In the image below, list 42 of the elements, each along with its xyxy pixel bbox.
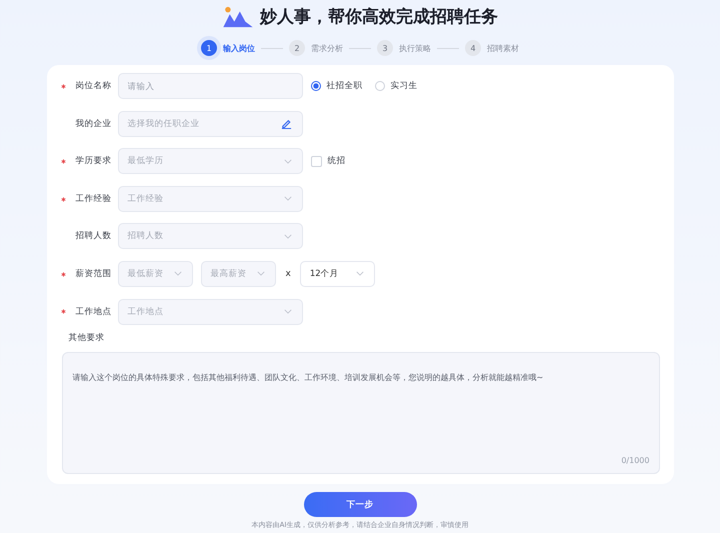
select-field[interactable]: 最高薪资 <box>200 260 276 287</box>
textarea-field[interactable]: 请输入这个岗位的具体特殊要求，包括其他福利待遇、团队文化、工作环境、培训发展机会等，您说明的越具体，分析就能越精准哦~ 0/1000 <box>62 352 660 474</box>
radio-option[interactable]: 实习生 <box>374 80 418 92</box>
chevron-down-icon <box>284 234 292 239</box>
select-field[interactable]: 工作经验 <box>118 186 302 212</box>
chevron-down-icon <box>284 158 292 164</box>
field-label: 招聘人数 <box>74 230 112 242</box>
step-label[interactable]: 执行策略 <box>399 42 431 54</box>
select-field[interactable]: 最低学历 <box>118 148 302 174</box>
field-label: 薪资范围 <box>60 268 112 280</box>
step-number: 2 <box>289 40 305 56</box>
logo-icon <box>222 6 254 28</box>
step-label[interactable]: 输入岗位 <box>223 42 255 54</box>
radio-option[interactable]: 社招全职 <box>310 80 362 92</box>
step-number: 3 <box>377 40 393 56</box>
field-label: 学历要求 <box>60 155 112 168</box>
checkbox-option[interactable]: 统招 <box>310 155 346 168</box>
select-field[interactable]: 最低薪资 <box>118 260 192 287</box>
character-counter: 0/1000 <box>621 456 650 466</box>
select-field[interactable]: 招聘人数 <box>118 223 302 250</box>
step-number: 4 <box>465 40 481 56</box>
field-label: 其他要求 <box>68 332 106 344</box>
edit-icon[interactable] <box>280 118 292 130</box>
select-field[interactable]: 工作地点 <box>118 298 302 325</box>
chevron-down-icon <box>256 271 264 276</box>
field-label: 工作经验 <box>60 192 112 205</box>
multiply-sign: x <box>286 268 291 279</box>
field-label: 岗位名称 <box>60 80 112 92</box>
chevron-down-icon <box>284 196 292 202</box>
step-label[interactable]: 招聘素材 <box>487 42 519 54</box>
chevron-down-icon <box>174 271 182 276</box>
select-field[interactable]: 选择我的任职企业 <box>118 110 302 137</box>
step-label[interactable]: 需求分析 <box>311 42 343 54</box>
field-label: 工作地点 <box>60 306 112 318</box>
step-number: 1 <box>201 40 217 56</box>
chevron-down-icon <box>284 309 292 314</box>
chevron-down-icon <box>356 271 364 276</box>
next-button[interactable]: 下一步 <box>304 492 416 518</box>
select-field[interactable]: 12个月 <box>300 260 375 287</box>
input-field[interactable]: 请输入 <box>118 73 302 99</box>
field-label: 我的企业 <box>74 118 112 130</box>
page-title: 妙人事，帮你高效完成招聘任务 <box>260 6 498 28</box>
